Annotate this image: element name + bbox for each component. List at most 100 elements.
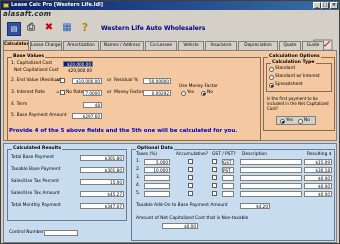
tab-calculator[interactable]: Calculator — [3, 40, 29, 50]
row-4-gst-checkbox[interactable] — [212, 183, 217, 188]
tab-quote[interactable]: Quote — [279, 41, 301, 50]
row-5-tax-input[interactable] — [144, 191, 170, 197]
control-number-label: Control Number — [9, 230, 44, 235]
interest-rate-label: 3. Interest Rate — [11, 90, 45, 95]
sales-tax-amount-label: Sales/Use Tax Amount — [11, 191, 60, 196]
control-number-input[interactable] — [44, 230, 78, 236]
tab-insurance[interactable]: Insurance — [205, 41, 237, 50]
app-icon — [3, 3, 9, 8]
col-resulting: Resulting $ — [307, 152, 332, 157]
use-mf-yes-label: Yes — [187, 90, 195, 95]
tab-bar: Calculator Lease Charges Amortization Na… — [3, 40, 337, 50]
taxable-addon-input[interactable]: $4.20 — [240, 203, 270, 209]
col-taxes: Taxes (%) — [136, 152, 158, 157]
calc-type-standard-radio[interactable] — [269, 67, 274, 72]
end-value-or: or — [107, 78, 112, 83]
nontaxable-input[interactable]: $0.00 — [162, 223, 198, 229]
no-rate-checkbox[interactable] — [60, 90, 65, 95]
end-value-checkbox[interactable] — [60, 78, 65, 83]
row-3-gst-value[interactable] — [222, 175, 234, 181]
cap-cost-input[interactable]: $20,000.00 — [63, 61, 93, 67]
row-3-tax-input[interactable] — [144, 175, 170, 181]
maximize-button[interactable]: □ — [321, 2, 329, 9]
calc-type-spreadsheet-radio[interactable] — [269, 83, 274, 88]
row-3-accumulative-checkbox[interactable] — [188, 175, 193, 180]
row-3-result: $0.00 — [304, 175, 332, 181]
col-gst: GST / PST? — [212, 152, 236, 157]
row-5-description-input[interactable] — [240, 191, 302, 197]
row-4-description-input[interactable] — [240, 183, 302, 189]
total-monthly-payment-label: Total Monthly Payment — [11, 203, 61, 208]
tab-vehicle[interactable]: Vehicle — [178, 41, 204, 50]
calc-type-standard-interest-label: Standard w/ Interest — [275, 74, 320, 79]
first-payment-yes-radio[interactable] — [280, 119, 285, 124]
row-4-tax-input[interactable] — [144, 183, 170, 189]
total-base-payment-value: $301.80 — [80, 155, 124, 161]
print-icon[interactable]: ⎙ — [25, 22, 37, 34]
row-2-gst-checkbox[interactable] — [212, 167, 217, 172]
instruction-text: Provide 4 of the 5 above fields and the … — [9, 128, 238, 134]
close-window-button[interactable]: × — [330, 2, 338, 9]
row-5-gst-value[interactable] — [222, 191, 234, 197]
window-title: Lease Calc Pro [Western Life.ldl] — [11, 2, 104, 8]
optional-data-group: Optional Data Taxes (%) Accumulative? GS… — [131, 146, 335, 241]
tab-names-address[interactable]: Names / Address — [100, 41, 144, 50]
tab-lease-charges[interactable]: Lease Charges — [30, 41, 62, 50]
row-1-gst-checkbox[interactable] — [212, 159, 217, 164]
no-rate-label: No Rate — [66, 90, 84, 95]
row-1-description-input[interactable] — [240, 159, 302, 165]
row-4-num: 4. — [136, 183, 141, 188]
app-window: Lease Calc Pro [Western Life.ldl] _ □ × … — [0, 0, 340, 244]
close-icon[interactable]: ✖ — [43, 22, 55, 34]
row-1-tax-input[interactable]: 5.000 — [144, 159, 170, 165]
residual-pct-label: Residual % — [114, 78, 139, 83]
tab-amortization[interactable]: Amortization — [63, 41, 99, 50]
net-cap-cost-value: $20,000.00 — [68, 68, 92, 73]
end-value-input[interactable]: $10,000.00 — [72, 78, 102, 84]
interest-rate-input[interactable]: 7.0000 — [83, 90, 102, 96]
row-3-gst-checkbox[interactable] — [212, 175, 217, 180]
row-5-gst-checkbox[interactable] — [212, 191, 217, 196]
row-1-result: $15.09 — [304, 159, 332, 165]
row-1-num: 1. — [136, 159, 141, 164]
first-payment-group: Yes No — [276, 116, 316, 125]
residual-pct-input[interactable]: 50.00000 — [143, 78, 171, 84]
save-icon[interactable]: ▦ — [61, 22, 73, 34]
tab-depreciation[interactable]: Depreciation — [238, 41, 278, 50]
row-3-description-input[interactable] — [240, 175, 302, 181]
row-4-gst-value[interactable] — [222, 183, 234, 189]
watermark: alasaft.com — [3, 10, 52, 18]
company-name: Western Life Auto Wholesalers — [101, 25, 206, 32]
cap-cost-label: 1. Capitalized Cost — [11, 61, 53, 66]
row-3-num: 3. — [136, 175, 141, 180]
net-cap-cost-label: Net Capitalized Cost — [14, 68, 59, 73]
use-mf-no-label: No — [207, 90, 213, 95]
row-2-tax-input[interactable]: 10.000 — [144, 167, 170, 173]
help-icon[interactable]: ? — [79, 22, 91, 34]
use-mf-no-radio[interactable] — [201, 91, 206, 96]
row-1-gst-value[interactable]: GST — [222, 159, 234, 165]
row-2-gst-value[interactable]: PST — [222, 167, 234, 173]
row-4-accumulative-checkbox[interactable] — [188, 183, 193, 188]
taxable-base-payment-value: $301.80 — [80, 167, 124, 173]
sales-tax-percent-label: Sales/Use Tax Percent — [11, 179, 59, 184]
tab-guide[interactable]: Guide — [302, 41, 324, 50]
money-factor-input[interactable]: 0.00292 — [143, 90, 171, 96]
title-bar: Lease Calc Pro [Western Life.ldl] _ □ × — [1, 1, 339, 10]
row-2-num: 2. — [136, 167, 141, 172]
calc-type-standard-interest-radio[interactable] — [269, 75, 274, 80]
use-mf-yes-radio[interactable] — [181, 91, 186, 96]
row-5-result: $0.00 — [304, 191, 332, 197]
term-input[interactable]: 48 — [83, 102, 102, 108]
new-icon[interactable]: ▤ — [7, 22, 21, 36]
row-2-description-input[interactable] — [240, 167, 302, 173]
row-2-accumulative-checkbox[interactable] — [188, 167, 193, 172]
row-1-accumulative-checkbox[interactable] — [188, 159, 193, 164]
minimize-button[interactable]: _ — [313, 2, 321, 9]
tab-co-lessee[interactable]: Co-Lessee — [145, 41, 177, 50]
row-5-accumulative-checkbox[interactable] — [188, 191, 193, 196]
base-payment-input[interactable]: $297.60 — [72, 113, 102, 119]
first-payment-no-radio[interactable] — [298, 119, 303, 124]
term-label: 4. Term — [11, 102, 28, 107]
first-payment-no-label: No — [304, 118, 310, 123]
